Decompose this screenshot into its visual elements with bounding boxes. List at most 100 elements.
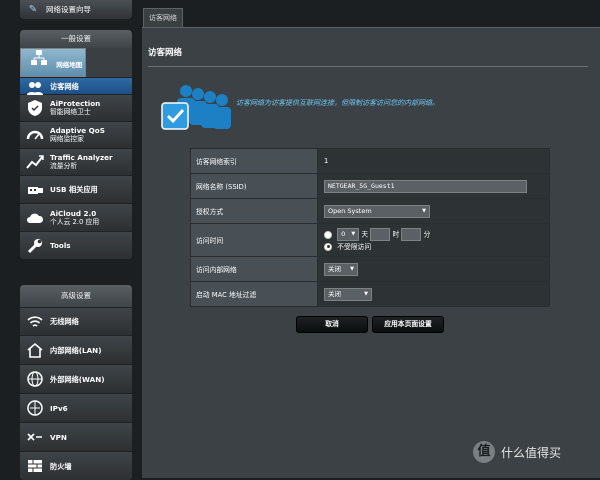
day-unit: 天 (361, 230, 369, 239)
sidebar-item-sublabel: 个人云 2.0 应用 (50, 217, 100, 226)
chevron-down-icon: ▼ (350, 265, 354, 272)
mac-filter-label: 启动 MAC 地址过滤 (190, 281, 318, 307)
sidebar-item-aicloud[interactable]: AiCloud 2.0 个人云 2.0 应用 (20, 203, 132, 231)
sidebar-item-guest-network[interactable]: 访客网络 (20, 77, 132, 95)
unlimited-access-radio[interactable] (324, 242, 332, 251)
guest-network-icon (26, 79, 44, 95)
table-row: 网络名称 (SSID) NETGEAR_5G_Guest1 (190, 173, 550, 199)
firewall-icon (26, 457, 44, 475)
chevron-down-icon: ▼ (351, 231, 356, 238)
wifi-icon (26, 313, 44, 331)
minute-input[interactable] (401, 228, 422, 242)
sidebar-item-label: 内部网络(LAN) (50, 345, 102, 355)
sidebar-item-ipv6[interactable]: IPv6 (20, 393, 132, 422)
sidebar-item-label: 访客网络 (50, 81, 79, 91)
table-row: 授权方式 Open System ▼ (190, 198, 550, 224)
sidebar-item-adaptive-qos[interactable]: Adaptive QoS 网络监控家 (20, 121, 132, 148)
index-value: 1 (317, 148, 550, 174)
sidebar-item-label: 外部网络(WAN) (50, 374, 105, 384)
access-time-unlimited: 不受限访问 (324, 242, 548, 252)
cloud-icon (26, 209, 44, 227)
sidebar-item-label: AiProtection (50, 99, 101, 108)
sidebar-item-label: 无线网络 (50, 317, 79, 326)
network-map-icon (30, 50, 50, 69)
table-row: 启动 MAC 地址过滤 关闭 ▼ (190, 281, 550, 307)
sidebar-item-firewall[interactable]: 防火墙 (20, 451, 132, 480)
aiprotection-icon (26, 99, 44, 117)
sidebar-item-label: Traffic Analyzer (50, 153, 113, 162)
minute-unit: 分 (423, 230, 431, 239)
sidebar-item-label: AiCloud 2.0 (50, 208, 97, 218)
sidebar-item-label: 网络设置向导 (46, 5, 91, 14)
chevron-down-icon: ▼ (364, 290, 368, 297)
hour-input[interactable] (370, 228, 391, 242)
auth-method-select[interactable]: Open System ▼ (324, 204, 430, 218)
usb-icon (26, 181, 44, 199)
apply-button[interactable]: 应用本页面设置 (372, 316, 444, 333)
sidebar-item-vpn[interactable]: VPN (20, 422, 132, 451)
auth-method-value: Open System (328, 206, 372, 215)
sidebar-item-aiprotection[interactable]: AiProtection 智能网络卫士 (20, 94, 132, 121)
mac-filter-value: 关闭 (328, 289, 341, 298)
access-time-limited: 0 ▼ 天 时 分 (324, 228, 548, 242)
index-label: 访客网络索引 (190, 148, 318, 174)
divider (148, 66, 588, 67)
ssid-label: 网络名称 (SSID) (190, 173, 318, 199)
traffic-analyzer-icon (26, 153, 44, 171)
day-value: 0 (341, 230, 346, 239)
ssid-input[interactable]: NETGEAR_5G_Guest1 (324, 179, 527, 193)
sidebar-general-header: 一般设置 (20, 30, 132, 48)
main-panel: 访客网络 访客网络为访客提供互联网连接，但限制访客访问您的内部网络。 访客网络索… (142, 27, 600, 478)
sidebar-item-traffic-analyzer[interactable]: Traffic Analyzer 流量分析 (20, 148, 132, 175)
watermark-text: 什么值得买 (501, 445, 562, 460)
sidebar-item-tools[interactable]: Tools (20, 231, 132, 259)
watermark: 值 什么值得买 (473, 438, 598, 466)
guest-settings-table: 访客网络索引 1 网络名称 (SSID) NETGEAR_5G_Guest1 授… (190, 148, 550, 307)
sidebar-item-label: Adaptive QoS (50, 126, 105, 135)
sidebar-item-label: IPv6 (50, 403, 68, 413)
mac-filter-select[interactable]: 关闭 ▼ (324, 287, 372, 301)
wizard-icon: ✎ (28, 3, 38, 15)
sidebar-item-label: 防火墙 (50, 461, 72, 471)
sidebar-item-label: 网络地图 (56, 61, 83, 69)
description-text: 访客网络为访客提供互联网连接，但限制访客访问您的内部网络。 (236, 99, 439, 107)
sidebar-item-wan[interactable]: 外部网络(WAN) (20, 364, 132, 393)
page-title: 访客网络 (148, 48, 183, 58)
sidebar-item-sublabel: 智能网络卫士 (50, 108, 91, 116)
hour-unit: 时 (392, 230, 400, 239)
sidebar-item-label: VPN (50, 432, 67, 442)
guest-network-hero-icon (160, 81, 240, 131)
sidebar-item-setup-wizard[interactable]: ✎ 网络设置向导 (20, 0, 132, 19)
cancel-button[interactable]: 取消 (296, 316, 368, 333)
sidebar-advanced-group: 高级设置 无线网络 内部网络(LAN) 外部网络(WAN) IPv6 VPN 防… (20, 285, 132, 480)
sidebar-item-sublabel: 流量分析 (50, 162, 78, 170)
tab-guest-network[interactable]: 访客网络 (143, 8, 183, 27)
table-row: 访问内部网络 关闭 ▼ (190, 256, 550, 282)
sidebar-general-group: 一般设置 网络地图 访客网络 AiProtection 智能网络卫士 Adapt… (20, 30, 132, 259)
sidebar-item-wireless[interactable]: 无线网络 (20, 307, 132, 335)
sidebar-item-sublabel: 网络监控家 (50, 135, 84, 143)
home-icon (26, 341, 44, 359)
sidebar-advanced-header: 高级设置 (20, 285, 132, 307)
sidebar-item-network-map[interactable]: 网络地图 (20, 48, 87, 77)
auth-label: 授权方式 (190, 198, 318, 224)
intranet-access-value: 关闭 (328, 264, 341, 273)
globe-icon (26, 370, 44, 388)
ipv6-icon (26, 399, 44, 417)
sidebar-item-usb[interactable]: USB 相关应用 (20, 175, 132, 203)
chevron-down-icon: ▼ (422, 207, 426, 214)
watermark-logo: 值 (473, 441, 495, 463)
access-time-label: 访问时间 (190, 223, 318, 257)
intranet-access-label: 访问内部网络 (190, 256, 318, 282)
sidebar-item-label: Tools (50, 241, 71, 250)
unlimited-access-label: 不受限访问 (337, 242, 372, 251)
intranet-access-select[interactable]: 关闭 ▼ (324, 262, 358, 276)
wrench-icon (26, 237, 44, 255)
table-row: 访客网络索引 1 (190, 148, 550, 174)
table-row: 访问时间 0 ▼ 天 时 分 不受限访问 (190, 223, 550, 257)
qos-gauge-icon (26, 126, 44, 144)
vpn-icon (26, 428, 44, 446)
day-select[interactable]: 0 ▼ (337, 228, 360, 242)
sidebar-item-lan[interactable]: 内部网络(LAN) (20, 335, 132, 364)
limited-time-radio[interactable] (324, 230, 332, 239)
